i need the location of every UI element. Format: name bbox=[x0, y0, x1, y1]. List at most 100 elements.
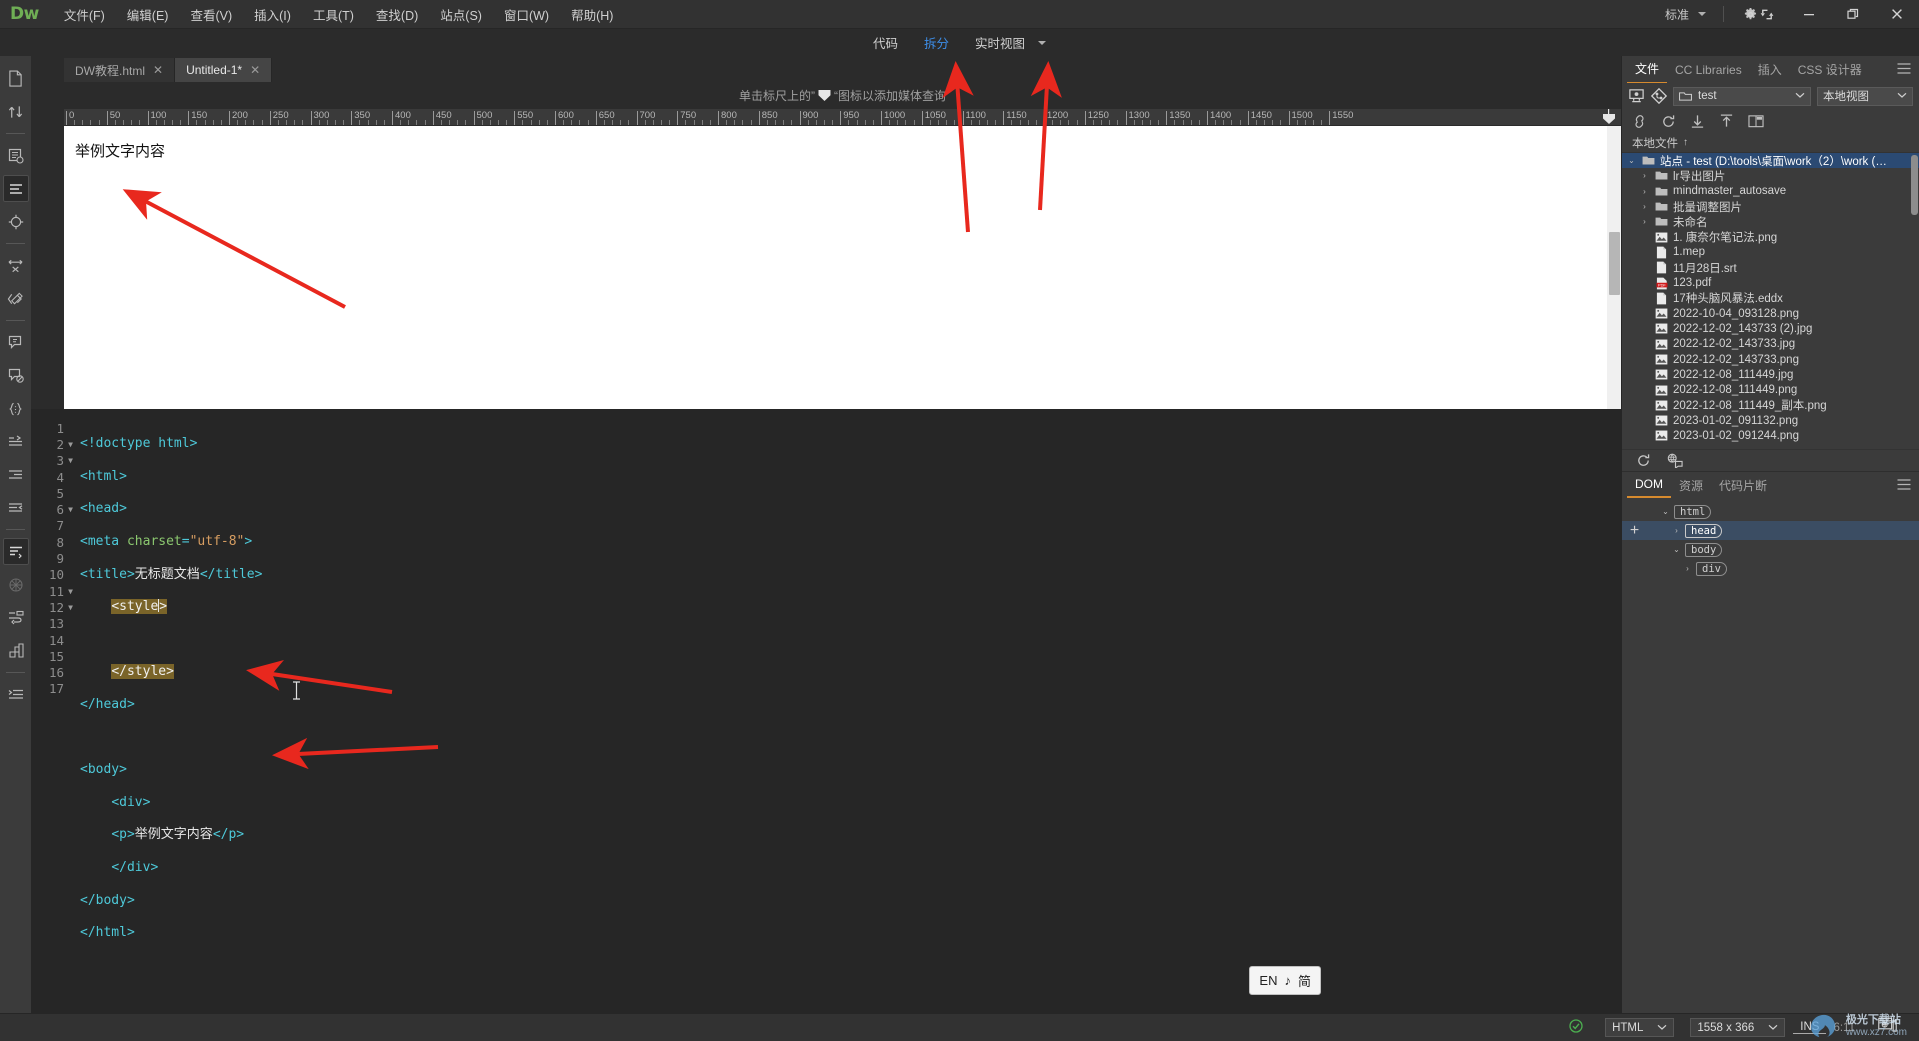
site-select[interactable]: test bbox=[1673, 86, 1811, 106]
code-line-17[interactable] bbox=[80, 958, 1621, 974]
dom-node-selected[interactable]: + › head bbox=[1622, 521, 1919, 540]
canvas-scrollbar-track[interactable] bbox=[1607, 126, 1621, 409]
code-fold-toggle-icon[interactable]: ▼ bbox=[64, 505, 77, 514]
dom-tree[interactable]: ⌄ html + › head ⌄ body › div bbox=[1622, 498, 1919, 1013]
gutter-line-number[interactable]: 12 ▼ bbox=[31, 599, 80, 615]
code-line-1[interactable]: <!doctype html> bbox=[80, 436, 1621, 452]
word-wrap-icon[interactable] bbox=[3, 604, 29, 631]
document-tab-dw-tutorial[interactable]: DW教程.html ✕ bbox=[64, 58, 176, 82]
live-view-canvas[interactable]: 举例文字内容 bbox=[64, 126, 1621, 409]
code-navigator-icon[interactable] bbox=[3, 142, 29, 169]
chevron-down-icon[interactable]: ⌄ bbox=[1671, 545, 1682, 554]
gutter-line-number[interactable]: 2 ▼ bbox=[31, 436, 80, 452]
validation-status-icon[interactable] bbox=[1555, 1019, 1597, 1036]
tab-live-view[interactable]: 实时视图 bbox=[975, 33, 1025, 52]
gutter-line-number[interactable]: 4 bbox=[31, 469, 80, 485]
chevron-right-icon[interactable]: › bbox=[1682, 564, 1693, 573]
code-editor[interactable]: <!doctype html> <html> <head> <meta char… bbox=[80, 409, 1621, 1013]
chevron-right-icon[interactable]: › bbox=[1639, 217, 1650, 226]
apply-comment-icon[interactable] bbox=[3, 285, 29, 312]
gutter-line-number[interactable]: 13 bbox=[31, 616, 80, 632]
code-fold-toggle-icon[interactable]: ▼ bbox=[64, 587, 77, 596]
chevron-right-icon[interactable]: › bbox=[1671, 526, 1682, 535]
file-list-scrollbar-thumb[interactable] bbox=[1911, 155, 1918, 215]
add-element-icon[interactable]: + bbox=[1626, 522, 1643, 540]
settings-sync-group[interactable] bbox=[1731, 7, 1787, 22]
file-list-item[interactable]: 2022-12-02_143733.png bbox=[1622, 352, 1919, 367]
open-documents-icon[interactable] bbox=[3, 65, 29, 92]
gutter-line-number[interactable]: 15 bbox=[31, 648, 80, 664]
get-files-icon[interactable] bbox=[1690, 114, 1705, 129]
close-icon[interactable]: ✕ bbox=[153, 63, 163, 77]
code-line-9[interactable]: </head> bbox=[80, 697, 1621, 713]
file-list-item[interactable]: 2022-12-08_111449.jpg bbox=[1622, 367, 1919, 382]
panel-tab-dom[interactable]: DOM bbox=[1627, 472, 1671, 498]
file-list-item[interactable]: › lr导出图片 bbox=[1622, 168, 1919, 183]
indent-code-icon[interactable] bbox=[3, 461, 29, 488]
window-size-select[interactable]: 1558 x 366 bbox=[1690, 1018, 1786, 1037]
file-list-item[interactable]: 1. 康奈尔笔记法.png bbox=[1622, 229, 1919, 244]
rendered-paragraph[interactable]: 举例文字内容 bbox=[64, 126, 1621, 161]
code-pane[interactable]: 1 2 ▼ 3 ▼ 4 5 6 ▼ 7 8 9 10 11 ▼ 12 ▼ 13 14 15 16 17 <!doctype… bbox=[31, 409, 1621, 1013]
dom-node[interactable]: ⌄ body bbox=[1622, 540, 1919, 559]
code-line-7[interactable] bbox=[80, 632, 1621, 648]
collapse-full-tag-icon[interactable] bbox=[3, 252, 29, 279]
gutter-line-number[interactable]: 8 bbox=[31, 534, 80, 550]
document-tab-untitled-1[interactable]: Untitled-1* ✕ bbox=[175, 58, 273, 82]
file-list-item[interactable]: 2022-12-08_111449.png bbox=[1622, 382, 1919, 397]
expand-panel-icon[interactable] bbox=[1748, 114, 1764, 129]
wrap-tag-icon[interactable] bbox=[3, 395, 29, 422]
line-numbers-icon[interactable] bbox=[2, 538, 29, 565]
file-list-column-header[interactable]: 本地文件 ↑ bbox=[1622, 133, 1919, 153]
recent-snippets-icon[interactable] bbox=[3, 428, 29, 455]
chevron-right-icon[interactable]: › bbox=[1639, 171, 1650, 180]
panel-tab-css-designer[interactable]: CSS 设计器 bbox=[1790, 56, 1870, 83]
chevron-right-icon[interactable]: › bbox=[1639, 202, 1650, 211]
code-line-11[interactable]: <body> bbox=[80, 762, 1621, 778]
gutter-line-number[interactable]: 14 bbox=[31, 632, 80, 648]
menu-help[interactable]: 帮助(H) bbox=[560, 1, 624, 28]
outdent-code-icon[interactable] bbox=[3, 494, 29, 521]
ime-indicator[interactable]: EN ♪ 简 bbox=[1249, 966, 1321, 995]
gutter-line-number[interactable]: 17 bbox=[31, 681, 80, 697]
horizontal-ruler[interactable]: 0 50 100 150 200 250 300 350 400 450 500 550 600 650 7… bbox=[64, 109, 1621, 126]
panel-menu-icon[interactable] bbox=[1897, 478, 1919, 492]
gutter-line-number[interactable]: 10 bbox=[31, 567, 80, 583]
panel-menu-icon[interactable] bbox=[1897, 63, 1919, 76]
file-list-item[interactable]: 2023-01-02_091244.png bbox=[1622, 428, 1919, 443]
file-list-item[interactable]: › 未命名 bbox=[1622, 214, 1919, 229]
sync-icon[interactable] bbox=[1759, 7, 1775, 22]
close-button[interactable] bbox=[1875, 0, 1919, 29]
connect-remote-icon[interactable] bbox=[1632, 114, 1647, 129]
panel-tab-snippets[interactable]: 代码片断 bbox=[1711, 472, 1775, 499]
code-line-2[interactable]: <html> bbox=[80, 469, 1621, 485]
gutter-line-number[interactable]: 9 bbox=[31, 550, 80, 566]
file-list-item[interactable]: › 批量调整图片 bbox=[1622, 199, 1919, 214]
file-list-item[interactable]: 11月28日.srt bbox=[1622, 260, 1919, 275]
file-list-item[interactable]: 2022-10-04_093128.png bbox=[1622, 306, 1919, 321]
maximize-button[interactable] bbox=[1831, 0, 1875, 29]
panel-tab-assets[interactable]: 资源 bbox=[1671, 472, 1711, 499]
workspace-switcher[interactable]: 标准 bbox=[1655, 3, 1712, 26]
site-report-icon[interactable] bbox=[1667, 453, 1684, 468]
code-fold-toggle-icon[interactable]: ▼ bbox=[64, 603, 77, 612]
code-fold-toggle-icon[interactable]: ▼ bbox=[64, 456, 77, 465]
file-list-item[interactable]: 2022-12-02_143733 (2).jpg bbox=[1622, 321, 1919, 336]
add-comment-icon[interactable] bbox=[3, 329, 29, 356]
quick-edit-icon[interactable] bbox=[3, 208, 29, 235]
gutter-line-number[interactable]: 3 ▼ bbox=[31, 453, 80, 469]
file-list-item-selected[interactable]: ⌄ 站点 - test (D:\tools\桌面\work（2）\work (… bbox=[1622, 153, 1919, 169]
chevron-right-icon[interactable]: › bbox=[1639, 187, 1650, 196]
menu-insert[interactable]: 插入(I) bbox=[243, 1, 302, 28]
put-files-icon[interactable] bbox=[1719, 114, 1734, 129]
menu-edit[interactable]: 编辑(E) bbox=[116, 1, 180, 28]
file-list-item[interactable]: PDF 123.pdf bbox=[1622, 275, 1919, 290]
gutter-line-number[interactable]: 7 bbox=[31, 518, 80, 534]
git-icon[interactable] bbox=[1651, 88, 1667, 104]
close-icon[interactable]: ✕ bbox=[250, 63, 260, 77]
code-line-10[interactable] bbox=[80, 730, 1621, 746]
syntax-colour-icon[interactable] bbox=[3, 637, 29, 664]
file-list-item[interactable]: 17种头脑风暴法.eddx bbox=[1622, 291, 1919, 306]
gear-icon[interactable] bbox=[1743, 7, 1758, 22]
gutter-line-number[interactable]: 16 bbox=[31, 664, 80, 680]
